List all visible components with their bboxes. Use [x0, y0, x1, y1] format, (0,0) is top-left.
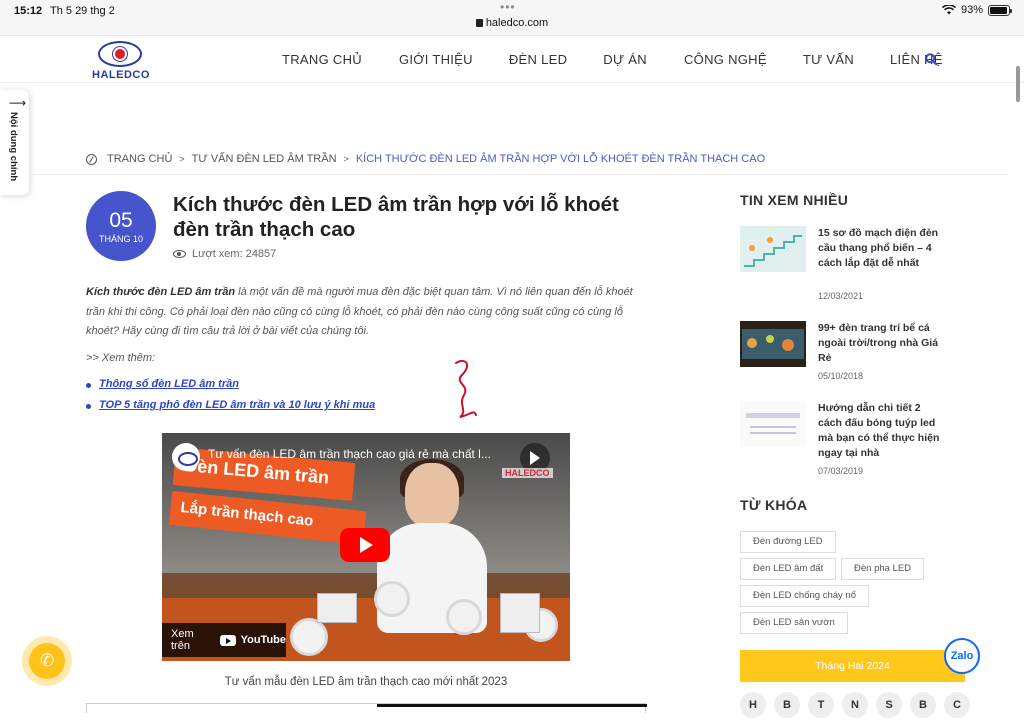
toc-label: Nội dung chính: [8, 112, 19, 182]
post-date: 05/10/2018: [818, 371, 864, 381]
tags-heading: TỪ KHÓA: [740, 497, 808, 513]
tag-link[interactable]: Đèn đường LED: [740, 531, 836, 553]
post-title[interactable]: Hướng dẫn chi tiết 2 cách đấu bóng tuýp …: [818, 401, 943, 461]
site-header: HALEDCO TRANG CHỦ GIỚI THIỆU ĐÈN LED DỰ …: [0, 37, 1024, 83]
view-count: Lượt xem: 24857: [173, 248, 276, 260]
chevron-right-icon: >: [179, 154, 185, 164]
horizontal-scrollbar[interactable]: [377, 704, 647, 707]
zalo-chat-button[interactable]: Zalo: [944, 638, 980, 674]
post-thumbnail[interactable]: [740, 321, 806, 367]
popular-post[interactable]: Hướng dẫn chi tiết 2 cách đấu bóng tuýp …: [740, 401, 980, 479]
address-bar[interactable]: haledco.com: [0, 17, 1024, 29]
youtube-wordmark: YouTube: [240, 634, 286, 646]
logo-text: HALEDCO: [92, 69, 150, 81]
tag-link[interactable]: Đèn LED âm đất: [740, 558, 837, 580]
related-link-top5[interactable]: TOP 5 tăng phô đèn LED âm trần và 10 lưu…: [99, 399, 375, 411]
post-title[interactable]: 15 sơ đồ mạch điện đèn cầu thang phổ biế…: [818, 226, 943, 271]
view-count-text: Lượt xem: 24857: [192, 248, 277, 260]
watch-on-youtube-button[interactable]: Xem trên YouTube: [162, 623, 286, 657]
call-button[interactable]: ✆: [22, 636, 72, 686]
post-thumbnail[interactable]: [740, 226, 806, 272]
calendar-month: Tháng Hai 2024: [740, 650, 965, 682]
date-month: THÁNG 10: [98, 234, 143, 244]
youtube-video-embed[interactable]: Đèn LED âm trần Lắp trần thạch cao Tư vấ…: [162, 433, 570, 661]
popular-post[interactable]: 15 sơ đồ mạch điện đèn cầu thang phổ biế…: [740, 226, 980, 306]
nav-technology[interactable]: CÔNG NGHỆ: [684, 52, 767, 67]
weekday-label: B: [774, 692, 800, 718]
status-time: 15:12: [14, 5, 43, 17]
article-title: Kích thước đèn LED âm trần hợp với lỗ kh…: [173, 193, 619, 241]
nav-led[interactable]: ĐÈN LED: [509, 52, 567, 67]
article-intro: Kích thước đèn LED âm trần là một vấn đề…: [86, 283, 651, 342]
channel-avatar[interactable]: [172, 443, 200, 471]
main-nav: TRANG CHỦ GIỚI THIỆU ĐÈN LED DỰ ÁN CÔNG …: [282, 52, 943, 67]
arrow-right-icon: ⟶: [9, 96, 27, 110]
nav-projects[interactable]: DỰ ÁN: [603, 52, 647, 67]
see-also-label: >> Xem thêm:: [86, 352, 156, 364]
weekday-label: T: [808, 692, 834, 718]
list-item: Thông số đèn LED âm trần: [86, 378, 375, 390]
phone-icon: ✆: [40, 651, 55, 670]
post-date: 12/03/2021: [818, 291, 864, 301]
address-url: haledco.com: [485, 17, 549, 29]
site-logo[interactable]: HALEDCO: [86, 41, 156, 81]
tag-link[interactable]: Đèn LED sân vườn: [740, 612, 848, 634]
watch-label: Xem trên: [171, 628, 194, 652]
nav-home[interactable]: TRANG CHỦ: [282, 52, 362, 67]
weekday-label: S: [876, 692, 902, 718]
nav-advice[interactable]: TƯ VẤN: [803, 52, 854, 67]
battery-percent: 93%: [960, 4, 983, 16]
video-brand: HALEDCO: [502, 468, 553, 478]
table-top-edge: [86, 703, 647, 713]
popular-post[interactable]: 99+ đèn trang trí bể cá ngoài trời/trong…: [740, 321, 980, 383]
eye-icon: [173, 250, 186, 258]
divider: [29, 174, 1009, 175]
related-link-specs[interactable]: Thông số đèn LED âm trần: [99, 378, 239, 390]
compass-icon: [86, 153, 97, 165]
date-badge: 05 THÁNG 10: [86, 191, 156, 261]
video-title[interactable]: Tư vấn đèn LED âm trần thạch cao giá rẻ …: [208, 447, 500, 461]
page-scrollbar[interactable]: [1016, 66, 1020, 102]
date-day: 05: [109, 209, 133, 232]
weekday-label: H: [740, 692, 766, 718]
weekday-label: B: [910, 692, 936, 718]
post-title[interactable]: 99+ đèn trang trí bể cá ngoài trời/trong…: [818, 321, 943, 366]
breadcrumb: TRANG CHỦ > TƯ VẤN ĐÈN LED ÂM TRẦN > KÍC…: [86, 153, 765, 165]
search-icon[interactable]: [925, 53, 938, 66]
play-button[interactable]: [340, 528, 390, 562]
video-caption: Tư vấn mẫu đèn LED âm trần thạch cao mới…: [224, 676, 508, 688]
battery-icon: [988, 4, 1012, 16]
related-links: Thông số đèn LED âm trần TOP 5 tăng phô …: [86, 378, 375, 420]
breadcrumb-home[interactable]: TRANG CHỦ: [107, 153, 172, 165]
nav-about[interactable]: GIỚI THIỆU: [399, 52, 473, 67]
list-item: TOP 5 tăng phô đèn LED âm trần và 10 lưu…: [86, 399, 375, 411]
status-bar: 15:12 Th 5 29 thg 2 ••• haledco.com 93%: [0, 0, 1024, 36]
status-date: Th 5 29 thg 2: [50, 5, 115, 17]
weekday-label: N: [842, 692, 868, 718]
post-date: 07/03/2019: [818, 466, 864, 476]
lock-icon: [475, 19, 483, 27]
popular-heading: TIN XEM NHIỀU: [740, 192, 849, 208]
calendar-weekdays: H B T N S B C: [740, 692, 970, 718]
breadcrumb-current: KÍCH THƯỚC ĐÈN LED ÂM TRẦN HỢP VỚI LỖ KH…: [355, 153, 766, 165]
tag-link[interactable]: Đèn LED chống cháy nổ: [740, 585, 869, 607]
breadcrumb-category[interactable]: TƯ VẤN ĐÈN LED ÂM TRẦN: [192, 153, 337, 165]
intro-keyword: Kích thước đèn LED âm trần: [86, 286, 236, 298]
tag-link[interactable]: Đèn pha LED: [841, 558, 925, 580]
status-right: 93%: [941, 4, 1012, 16]
youtube-icon: [219, 634, 236, 646]
handwritten-annotation: [455, 359, 477, 418]
post-thumbnail[interactable]: [740, 401, 806, 447]
wifi-icon: [941, 5, 956, 15]
multitask-dots[interactable]: •••: [500, 0, 516, 14]
weekday-label: C: [944, 692, 970, 718]
chevron-right-icon: >: [343, 154, 349, 164]
toc-side-tab[interactable]: ⟶ Nội dung chính: [0, 90, 29, 195]
